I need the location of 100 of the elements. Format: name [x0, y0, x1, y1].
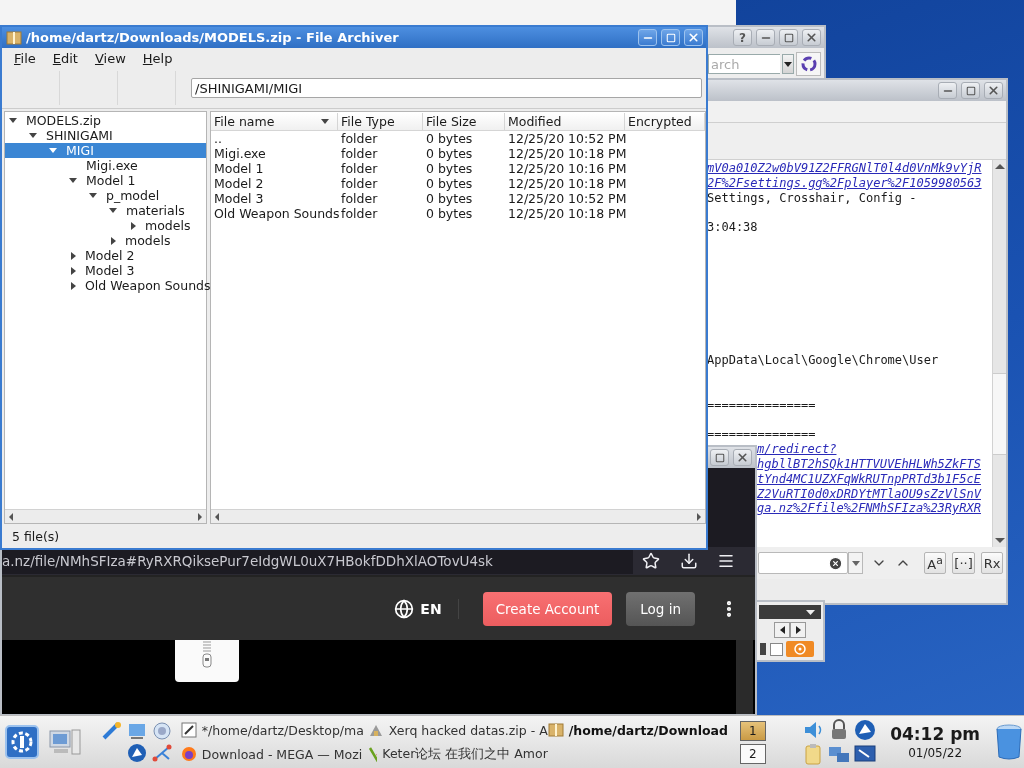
launcher-icon[interactable]	[150, 743, 173, 763]
task-button[interactable]: /home/dartz/Download	[547, 718, 736, 742]
table-cell-text: 0 bytes	[425, 161, 474, 176]
link-text[interactable]: hgbllBT2hSQk1HTTVUVEhHLWh5ZkFTS	[757, 456, 981, 471]
scrollbar-thumb[interactable]	[993, 372, 1006, 455]
close-button[interactable]	[733, 449, 752, 466]
launcher-icon[interactable]	[150, 721, 173, 741]
scrollbar[interactable]	[5, 509, 206, 523]
window-title: /home/dartz/Downloads/MODELS.zip - File Archiver	[26, 30, 400, 45]
expander-icon[interactable]	[71, 281, 76, 290]
scrollbar[interactable]	[211, 509, 705, 523]
menu-item[interactable]: View	[94, 50, 126, 66]
clock-date[interactable]: 01/05/22	[908, 746, 963, 760]
tree-item[interactable]: SHINIGAMI	[5, 128, 206, 143]
scrollbar[interactable]	[992, 160, 1006, 547]
dropdown-button[interactable]	[782, 54, 795, 74]
help-button[interactable]: ?	[733, 29, 752, 46]
tree-item[interactable]: Model 3	[5, 263, 206, 278]
checkbox[interactable]	[770, 642, 783, 656]
address-field[interactable]: a.nz/file/NMhSFIza#RyRXRQiksePur7eIdgWL0uX7HBokfDDhXlAOTovU4sk	[2, 548, 633, 574]
launcher-icon[interactable]	[100, 721, 123, 741]
expander-icon[interactable]	[111, 236, 116, 245]
text-line: 3:04:38	[707, 220, 758, 235]
logo-button[interactable]	[796, 52, 821, 76]
app-icon[interactable]	[853, 719, 876, 741]
launcher-icon[interactable]	[125, 743, 148, 763]
menu-item[interactable]: File	[14, 50, 36, 66]
close-button[interactable]	[984, 82, 1003, 99]
close-button[interactable]	[802, 29, 821, 46]
column-header[interactable]: File Size	[423, 113, 505, 131]
maximize-icon	[665, 32, 676, 43]
clear-icon[interactable]	[828, 555, 844, 571]
globe-icon[interactable]	[394, 598, 415, 619]
link-text[interactable]: ga.nz%2Ffile%2FNMhSFIza%23RyRXR	[757, 501, 981, 516]
search-field[interactable]: arch	[708, 54, 780, 74]
expander-icon[interactable]	[89, 193, 97, 198]
desktop-pager-button[interactable]: 2	[739, 743, 766, 764]
expander-icon[interactable]	[9, 118, 17, 123]
maximize-button[interactable]	[710, 449, 729, 466]
table-cell-text: 12/25/20 10:18 PM	[507, 176, 625, 191]
menu-item[interactable]: Edit	[52, 50, 78, 66]
column-header[interactable]: Modified	[505, 113, 625, 131]
column-header[interactable]: Encrypted	[625, 113, 705, 131]
start-menu-icon[interactable]	[4, 725, 39, 759]
download-icon[interactable]	[679, 552, 698, 570]
expander-icon[interactable]	[69, 178, 77, 183]
minimize-button[interactable]	[938, 82, 957, 99]
location-field[interactable]: /SHINIGAMI/MIGI	[191, 78, 702, 98]
expander-icon[interactable]	[71, 251, 76, 260]
link-text[interactable]: 2F%2Fsettings.gg%2Fplayer%2F1059980563	[707, 175, 982, 190]
table-cell-text: 12/25/20 10:52 PM	[507, 191, 625, 206]
column-header[interactable]: File Type	[338, 113, 423, 131]
link-text[interactable]: mV0a010Z2w0bV91Z2FFRGNlT0l4d0VnMk9vYjR	[707, 161, 982, 175]
log-in-button[interactable]: Log in	[626, 591, 695, 626]
column-header[interactable]: File name	[211, 113, 338, 131]
left-button[interactable]	[774, 622, 790, 638]
task-button[interactable]: Keter论坛 在我们之中 Amor	[367, 742, 548, 766]
trash-icon[interactable]	[994, 723, 1024, 761]
maximize-button[interactable]	[779, 29, 798, 46]
tree-item[interactable]: p_model	[5, 188, 206, 203]
link-text[interactable]: m/redirect?	[757, 442, 837, 457]
expander-icon[interactable]	[29, 133, 37, 138]
tree-item[interactable]: materials	[5, 203, 206, 218]
find-field[interactable]	[758, 552, 849, 574]
tool-icon[interactable]	[759, 642, 767, 656]
table-cell-text: ..	[213, 131, 223, 146]
tree-item[interactable]: Model 2	[5, 248, 206, 263]
tree-item[interactable]: models	[5, 233, 206, 248]
expander-icon[interactable]	[71, 266, 76, 275]
find-option-button[interactable]: [··]	[952, 552, 975, 574]
language-label[interactable]: EN	[420, 600, 442, 617]
menu-icon[interactable]	[717, 552, 736, 570]
clock-time[interactable]: 04:12 pm	[890, 724, 981, 744]
task-button[interactable]: Xerq hacked datas.zip - A	[367, 718, 548, 742]
dropdown-field[interactable]	[759, 605, 821, 619]
tree-item[interactable]: models	[5, 218, 206, 233]
tree-item[interactable]: Model 1	[5, 173, 206, 188]
expander-icon[interactable]	[131, 221, 136, 230]
link-text[interactable]: tYnd4MC1UZXFqWkRUTnpPRTd3b1F5cE	[757, 471, 981, 486]
find-option-button[interactable]: Rx	[981, 552, 1003, 574]
find-option-button[interactable]: A$^{a}$	[924, 552, 947, 574]
tree-item[interactable]: MODELS.zip	[5, 113, 206, 128]
desktop-pager-button[interactable]: 1	[739, 720, 766, 741]
tree-item[interactable]: Migi.exe	[5, 158, 206, 173]
minimize-button[interactable]	[638, 29, 657, 46]
right-button[interactable]	[790, 622, 806, 638]
maximize-button[interactable]	[661, 29, 680, 46]
menu-item[interactable]: Help	[142, 50, 173, 66]
minimize-button[interactable]	[756, 29, 775, 46]
tree-item[interactable]: MIGI	[5, 143, 206, 158]
scroll-up-icon[interactable]	[994, 164, 1005, 169]
maximize-button[interactable]	[961, 82, 980, 99]
star-icon[interactable]	[642, 552, 661, 570]
link-text[interactable]: Z2VuRTI0d0xDRDYtMTlaOU9sZzVlSnV	[757, 486, 981, 501]
task-button[interactable]: Download - MEGA — Mozi	[180, 742, 368, 766]
scrollbar[interactable]	[736, 640, 753, 714]
task-button[interactable]: */home/dartz/Desktop/ma	[180, 718, 368, 742]
close-button[interactable]	[684, 29, 703, 46]
expander-icon[interactable]	[109, 208, 117, 213]
display-icon[interactable]	[853, 743, 876, 765]
